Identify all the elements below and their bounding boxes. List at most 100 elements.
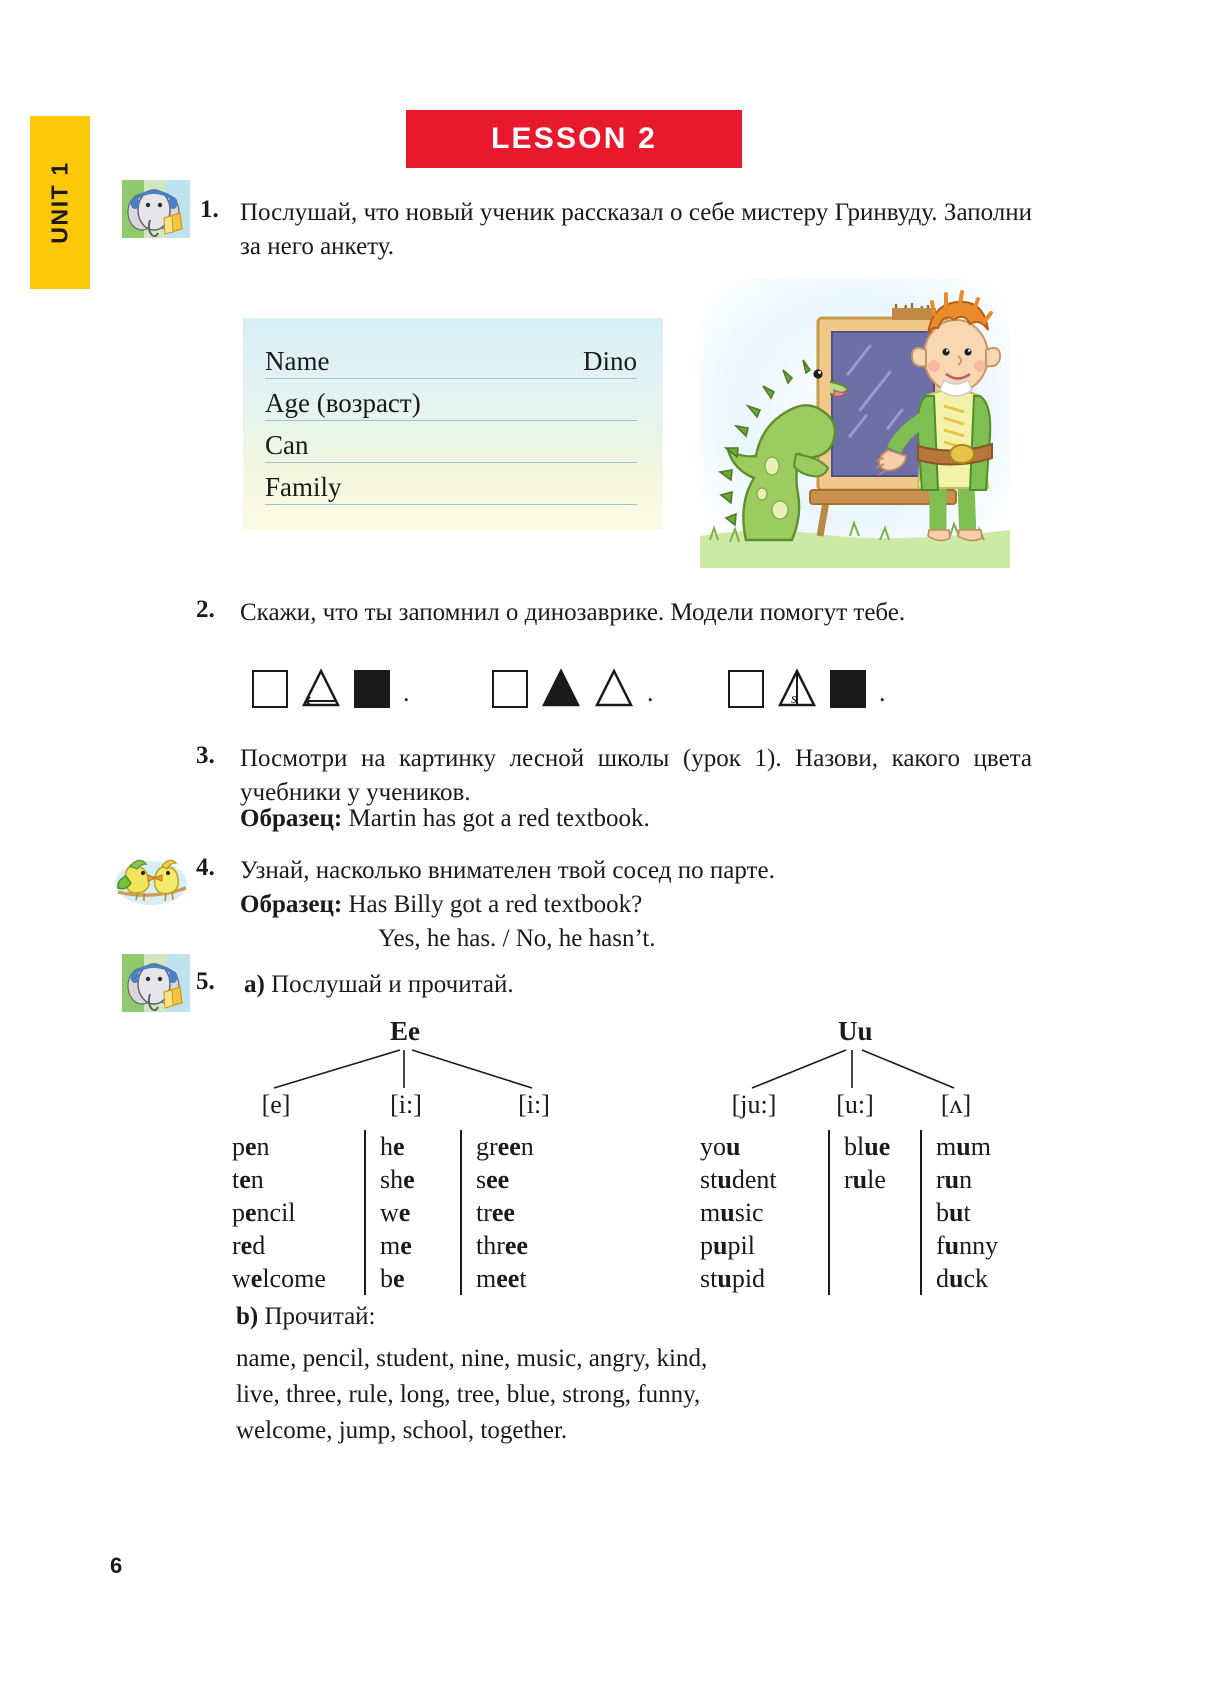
word-item: stupid	[700, 1264, 766, 1294]
exercise-4-example: Образец: Has Billy got a red textbook?	[240, 888, 1032, 922]
part-a-text: Послушай и прочитай.	[271, 971, 514, 998]
word-item: we	[380, 1198, 411, 1228]
profile-form-card: Name Dino Age (возраст) Can Family	[243, 318, 663, 530]
form-field-label: Family	[265, 472, 342, 502]
word-item: you	[700, 1132, 741, 1161]
part-a-label: a)	[244, 971, 265, 998]
phonics-branch-lines	[273, 1049, 533, 1089]
word-column: he she we me be	[364, 1130, 460, 1296]
word-item: ten	[232, 1165, 264, 1195]
form-row[interactable]: Age (возраст)	[265, 384, 637, 421]
word-item: pupil	[700, 1231, 755, 1261]
page-number: 6	[110, 1553, 123, 1578]
word-item: tree	[476, 1198, 515, 1228]
unit-tab-label: UNIT 1	[46, 161, 73, 244]
phonics-tree-ee: Ee [e] [i:] [i:] pen ten pencil red welc…	[232, 1016, 592, 1296]
square-filled-shape	[354, 670, 390, 708]
model-group: .	[492, 668, 654, 708]
phonetic-symbol: [i:]	[518, 1090, 550, 1119]
part-b-text: Прочитай:	[264, 1303, 376, 1330]
word-item: me	[380, 1231, 412, 1261]
square-outline-shape	[492, 670, 528, 708]
triangle-outline-shape	[301, 668, 341, 708]
word-column: you student music pupil stupid	[700, 1130, 828, 1295]
form-field-value: Dino	[583, 346, 637, 376]
triangle-outline-shape	[594, 668, 634, 708]
elephant-headphones-icon	[120, 952, 192, 1014]
example-text: Martin has got a red textbook.	[348, 805, 650, 832]
word-item: pen	[232, 1132, 270, 1161]
model-shapes-row: . . s .	[252, 668, 932, 726]
square-filled-shape	[830, 670, 866, 708]
model-group: s .	[728, 668, 886, 708]
phonetic-symbol: [e]	[261, 1090, 291, 1119]
form-field-label: Can	[265, 430, 309, 460]
exercise-5-number: 5.	[196, 968, 215, 995]
example-label: Образец:	[240, 891, 343, 918]
exercise-5-part-a: a) Послушай и прочитай.	[244, 968, 1036, 1002]
phonetic-symbol: [u:]	[836, 1090, 874, 1119]
phonics-word-columns: pen ten pencil red welcome he she we me …	[232, 1130, 592, 1296]
form-field-label: Age (возраст)	[265, 388, 421, 418]
word-column: mum run but funny duck	[920, 1130, 1030, 1296]
triangle-filled-shape	[541, 668, 581, 708]
word-column: blue rule	[828, 1130, 920, 1296]
exercise-2-number: 2.	[196, 596, 215, 623]
phonics-word-columns: you student music pupil stupid blue rule…	[700, 1130, 1030, 1296]
dinosaur-and-boy-illustration	[700, 278, 1010, 568]
triangle-s-outline-shape: s	[777, 668, 817, 708]
svg-text:s: s	[791, 691, 797, 707]
form-row[interactable]: Family	[265, 468, 637, 505]
exercise-4-number: 4.	[196, 854, 215, 881]
word-item: she	[380, 1165, 415, 1195]
elephant-headphones-icon	[120, 178, 192, 240]
two-birds-icon	[112, 852, 190, 910]
word-item: meet	[476, 1264, 527, 1294]
exercise-4-example-line-2: Yes, he has. / No, he hasn’t.	[378, 925, 656, 952]
reading-list-line-1: name, pencil, student, nine, music, angr…	[236, 1345, 708, 1372]
phonetic-symbol: [i:]	[390, 1090, 422, 1119]
phonics-branch-lines	[751, 1049, 955, 1089]
square-outline-shape	[252, 670, 288, 708]
exercise-1-text: Послушай, что новый ученик рассказал о с…	[240, 199, 1032, 261]
word-item: pencil	[232, 1198, 296, 1228]
word-item: blue	[844, 1132, 891, 1161]
exercise-4-text: Узнай, насколько внимателен твой сосед п…	[240, 857, 775, 884]
word-item: mum	[936, 1132, 991, 1161]
word-item: rule	[844, 1165, 886, 1195]
word-item: he	[380, 1132, 405, 1161]
part-b-label: b)	[236, 1303, 259, 1330]
reading-list-line-3: welcome, jump, school, together.	[236, 1417, 568, 1444]
model-group: .	[252, 668, 410, 708]
phonetic-symbol: [ʌ]	[940, 1090, 972, 1119]
word-item: duck	[936, 1264, 989, 1294]
word-item: green	[476, 1132, 534, 1161]
exercise-3-example: Образец: Martin has got a red textbook.	[240, 802, 1032, 836]
lesson-banner: LESSON 2	[406, 110, 742, 168]
form-row[interactable]: Can	[265, 426, 637, 463]
word-item: but	[936, 1198, 971, 1228]
exercise-3-number: 3.	[196, 742, 215, 769]
word-item: welcome	[232, 1264, 326, 1294]
square-outline-shape	[728, 670, 764, 708]
exercise-2-text: Скажи, что ты запомнил о динозаврике. Мо…	[240, 599, 906, 626]
phonics-tree-uu: Uu [ju:] [u:] [ʌ] you student music pupi…	[690, 1016, 1020, 1296]
model-punct: .	[879, 678, 886, 707]
example-label: Образец:	[240, 805, 343, 832]
form-row[interactable]: Name Dino	[265, 342, 637, 379]
word-item: see	[476, 1165, 510, 1195]
word-item: red	[232, 1231, 266, 1261]
exercise-1-number: 1.	[200, 196, 219, 223]
reading-list-line-2: live, three, rule, long, tree, blue, str…	[236, 1381, 701, 1408]
unit-tab: UNIT 1	[30, 116, 90, 289]
word-item: funny	[936, 1231, 999, 1261]
word-column: pen ten pencil red welcome	[232, 1130, 364, 1295]
word-item: be	[380, 1264, 405, 1294]
word-column: green see tree three meet	[460, 1130, 592, 1296]
model-punct: .	[647, 678, 654, 707]
word-item: student	[700, 1165, 777, 1195]
word-item: music	[700, 1198, 764, 1228]
form-field-label: Name	[265, 346, 330, 376]
model-punct: .	[403, 678, 410, 707]
exercise-5-part-b: b) Прочитай:	[236, 1300, 1028, 1334]
